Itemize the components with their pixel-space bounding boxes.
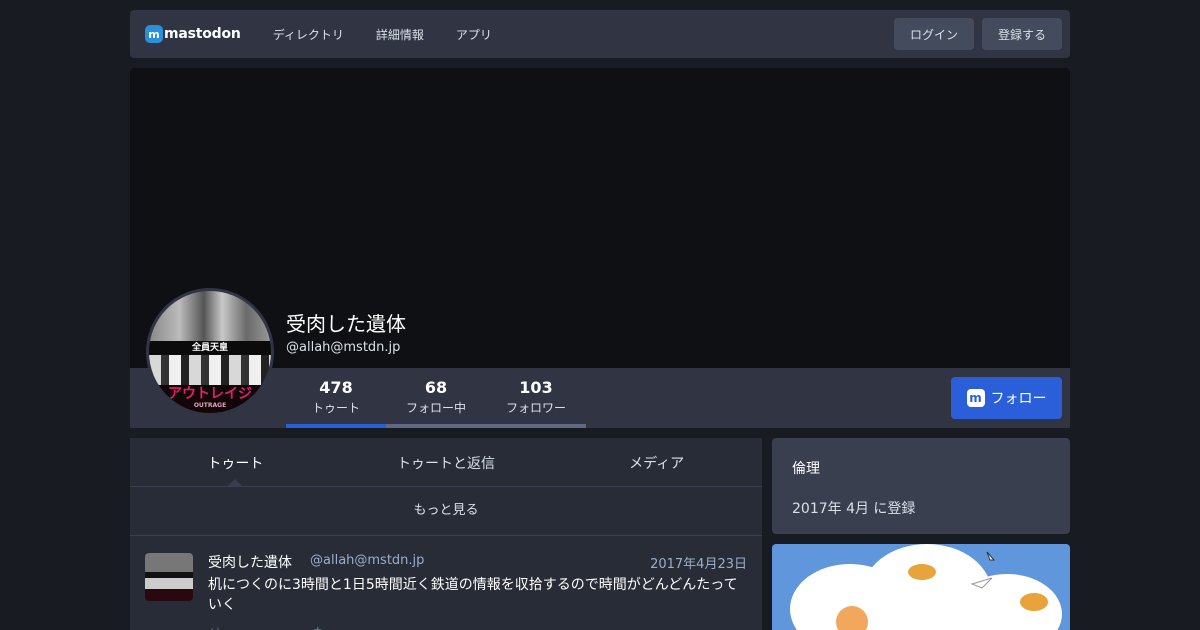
- reply-icon[interactable]: ↩: [210, 624, 219, 630]
- profile-account-handle: @allah@mstdn.jp: [286, 340, 401, 355]
- avatar-subtitle-text: OUTRAGE: [193, 402, 227, 409]
- profile-note: 倫理: [792, 461, 820, 477]
- mascot-icon: [836, 606, 868, 630]
- counter-toots-label: トゥート: [311, 401, 360, 415]
- promo-logo-text: mastodon: [900, 618, 956, 629]
- nav-link-directory[interactable]: ディレクトリ: [273, 26, 344, 43]
- status-account-handle[interactable]: @allah@mstdn.jp: [310, 553, 424, 568]
- trumpet-icon: [1020, 593, 1048, 611]
- status-content: 机につくのに3時間と1日5時間近く鉄道の情報を収拾するので時間がどんどんたってい…: [208, 577, 738, 613]
- status-action-bar: ↩ ★: [210, 624, 323, 630]
- trumpet-icon: [908, 564, 936, 580]
- counter-followers[interactable]: 103 フォロワー: [486, 368, 586, 428]
- signup-button[interactable]: 登録する: [981, 18, 1062, 50]
- favourite-icon[interactable]: ★: [313, 624, 323, 630]
- status-display-name[interactable]: 受肉した遺体: [208, 552, 292, 572]
- logo-text: mastodon: [164, 26, 241, 42]
- avatar-title-text: アウトレイジ: [168, 386, 252, 402]
- counter-following-label: フォロー中: [405, 401, 466, 415]
- counter-following-number: 68: [424, 378, 448, 397]
- counter-followers-label: フォロワー: [505, 401, 566, 415]
- load-more-button[interactable]: もっと見る: [130, 487, 762, 536]
- mastodon-promo-illustration: mastodon: [772, 544, 1070, 630]
- status-item[interactable]: 受肉した遺体 @allah@mstdn.jp 2017年4月23日 机につくのに…: [130, 536, 762, 630]
- follow-button[interactable]: m フォロー: [951, 377, 1062, 419]
- top-navigation-bar: m mastodon ディレクトリ 詳細情報 アプリ ログイン 登録する: [130, 10, 1070, 58]
- timeline-tabs: トゥート トゥートと返信 メディア: [130, 438, 762, 487]
- mastodon-logo-icon: m: [145, 25, 163, 43]
- mastodon-logo[interactable]: m mastodon: [145, 25, 241, 43]
- tab-toots[interactable]: トゥート: [130, 438, 341, 487]
- profile-counter-bar: [130, 368, 1070, 428]
- profile-avatar[interactable]: 全員天皇 アウトレイジ OUTRAGE: [146, 288, 274, 416]
- mastodon-icon: m: [966, 389, 985, 407]
- paper-plane-icon: [970, 577, 993, 589]
- counter-toots-number: 478: [319, 378, 353, 397]
- profile-counters: 478 トゥート 68 フォロー中 103 フォロワー: [286, 368, 586, 428]
- avatar-faces: [149, 355, 271, 385]
- follow-button-label: フォロー: [990, 391, 1047, 407]
- profile-joined-date: 2017年 4月 に登録: [792, 501, 916, 517]
- avatar-title: アウトレイジ OUTRAGE: [149, 385, 271, 413]
- status-timestamp[interactable]: 2017年4月23日: [650, 553, 747, 572]
- tab-toots-and-replies[interactable]: トゥートと返信: [341, 438, 552, 486]
- tab-media[interactable]: メディア: [551, 438, 762, 486]
- login-button[interactable]: ログイン: [893, 18, 974, 50]
- counter-followers-number: 103: [519, 378, 553, 397]
- profile-bio-card: 倫理 2017年 4月 に登録: [772, 438, 1070, 534]
- avatar-caption: 全員天皇: [149, 341, 271, 355]
- status-avatar[interactable]: [145, 553, 193, 601]
- nav-link-apps[interactable]: アプリ: [456, 26, 492, 43]
- cursor-icon: [986, 551, 996, 561]
- avatar-photo-collage: [149, 291, 271, 343]
- counter-toots[interactable]: 478 トゥート: [286, 368, 386, 428]
- counter-following[interactable]: 68 フォロー中: [386, 368, 486, 428]
- profile-header-banner: [130, 68, 1070, 368]
- profile-display-name: 受肉した遺体: [286, 312, 406, 336]
- nav-link-about[interactable]: 詳細情報: [376, 26, 424, 43]
